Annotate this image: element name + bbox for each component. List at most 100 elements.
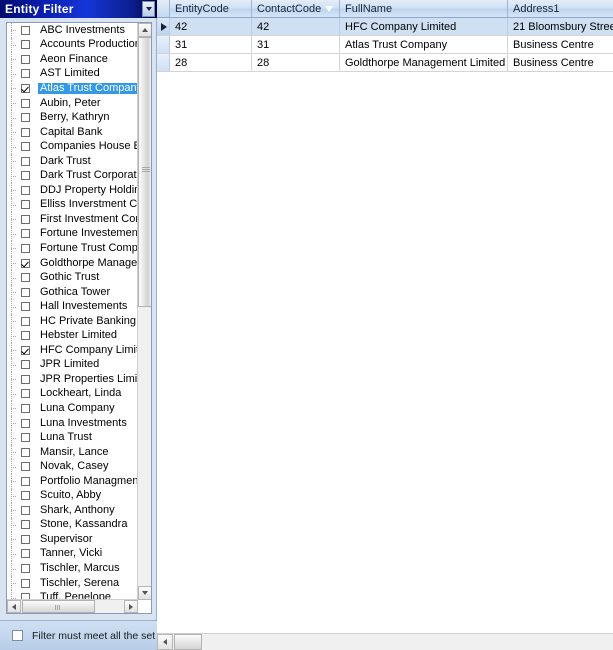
list-item-checkbox[interactable] bbox=[21, 40, 30, 50]
list-item[interactable]: JPR Limited bbox=[7, 357, 138, 373]
list-item-checkbox[interactable] bbox=[21, 418, 30, 428]
grid-column-header[interactable]: Address1 bbox=[508, 0, 613, 17]
list-item[interactable]: Scuito, Abby bbox=[7, 488, 138, 504]
scroll-up-button[interactable] bbox=[138, 23, 151, 37]
titlebar-dropdown-button[interactable] bbox=[142, 1, 155, 17]
grid-horizontal-scrollbar[interactable] bbox=[157, 633, 613, 650]
list-item[interactable]: Fortune Trust Compan bbox=[7, 241, 138, 256]
list-item[interactable]: Fortune Investements bbox=[7, 226, 138, 242]
list-item[interactable]: Luna Investments bbox=[7, 415, 138, 431]
list-item[interactable]: Goldthorpe Manageme bbox=[7, 255, 138, 271]
list-item[interactable]: ABC Investments bbox=[7, 23, 138, 38]
list-item[interactable]: Dark Trust bbox=[7, 153, 138, 169]
row-selector[interactable] bbox=[157, 18, 170, 35]
list-item-checkbox[interactable] bbox=[21, 83, 30, 93]
list-item[interactable]: Dark Trust Corporation bbox=[7, 168, 138, 183]
list-item-checkbox[interactable] bbox=[21, 331, 30, 341]
grid-column-header[interactable]: FullName bbox=[340, 0, 508, 17]
list-item-checkbox[interactable] bbox=[21, 520, 30, 530]
list-item-checkbox[interactable] bbox=[21, 229, 30, 239]
list-item-checkbox[interactable] bbox=[21, 433, 30, 443]
scroll-right-button[interactable] bbox=[124, 600, 138, 613]
list-item[interactable]: Supervisor bbox=[7, 532, 138, 547]
list-item-checkbox[interactable] bbox=[21, 156, 30, 166]
list-item[interactable]: JPR Properties Limited bbox=[7, 372, 138, 387]
entity-filter-list[interactable]: ABC Investments Accounts Production Aeon F… bbox=[6, 22, 152, 614]
list-item[interactable]: Capital Bank bbox=[7, 124, 138, 140]
list-item-checkbox[interactable] bbox=[21, 185, 30, 195]
list-item[interactable]: Tischler, Marcus bbox=[7, 561, 138, 576]
list-item[interactable]: Shark, Anthony bbox=[7, 503, 138, 518]
list-item[interactable]: Gothica Tower bbox=[7, 284, 138, 300]
list-item-checkbox[interactable] bbox=[21, 505, 30, 515]
list-item[interactable]: Lockheart, Linda bbox=[7, 386, 138, 402]
filter-indicator-icon[interactable] bbox=[324, 4, 335, 12]
list-item-checkbox[interactable] bbox=[21, 316, 30, 326]
list-item[interactable]: Hebster Limited bbox=[7, 328, 138, 343]
grid-column-header[interactable]: EntityCode bbox=[170, 0, 252, 17]
list-item-checkbox[interactable] bbox=[21, 345, 30, 355]
list-item[interactable]: AST Limited bbox=[7, 66, 138, 82]
list-item-checkbox[interactable] bbox=[21, 200, 30, 210]
grid-column-header[interactable]: ContactCode bbox=[252, 0, 340, 17]
scroll-left-button[interactable] bbox=[7, 600, 21, 613]
list-item[interactable]: Luna Company bbox=[7, 401, 138, 416]
list-item-checkbox[interactable] bbox=[21, 25, 30, 35]
list-item[interactable]: Elliss Inverstment Comp bbox=[7, 197, 138, 213]
list-item-checkbox[interactable] bbox=[21, 476, 30, 486]
list-item-checkbox[interactable] bbox=[21, 564, 30, 573]
list-item[interactable]: Tischler, Serena bbox=[7, 575, 138, 591]
list-item-checkbox[interactable] bbox=[21, 127, 30, 137]
grid-scroll-left-button[interactable] bbox=[157, 634, 173, 650]
list-item[interactable]: HC Private Banking bbox=[7, 313, 138, 329]
list-item[interactable]: DDJ Property Holding L bbox=[7, 183, 138, 198]
list-item-checkbox[interactable] bbox=[21, 302, 30, 312]
list-item-checkbox[interactable] bbox=[21, 374, 30, 384]
list-item-checkbox[interactable] bbox=[21, 549, 30, 559]
list-item[interactable]: HFC Company Limited bbox=[7, 343, 138, 358]
list-item-checkbox[interactable] bbox=[21, 403, 30, 413]
horizontal-scroll-thumb[interactable] bbox=[22, 600, 95, 613]
list-item-checkbox[interactable] bbox=[21, 447, 30, 457]
list-item-checkbox[interactable] bbox=[21, 389, 30, 399]
list-item[interactable]: Accounts Production bbox=[7, 37, 138, 53]
grid-horizontal-scroll-thumb[interactable] bbox=[174, 634, 202, 650]
match-all-criteria-checkbox[interactable] bbox=[12, 630, 23, 641]
list-item[interactable]: Aubin, Peter bbox=[7, 95, 138, 111]
table-row[interactable]: 3131Atlas Trust CompanyBusiness CentreTe… bbox=[157, 36, 613, 54]
table-row[interactable]: 28 28 Goldthorpe Management Limited Busines… bbox=[157, 54, 613, 72]
list-item-checkbox[interactable] bbox=[21, 98, 30, 108]
table-row[interactable]: 42 42 HFC Company Limited 21 Bloomsbury Str… bbox=[157, 18, 613, 36]
list-item-checkbox[interactable] bbox=[21, 287, 30, 297]
list-item-checkbox[interactable] bbox=[21, 578, 30, 588]
list-item-checkbox[interactable] bbox=[21, 113, 30, 123]
list-item-checkbox[interactable] bbox=[21, 54, 30, 64]
list-item[interactable]: Stone, Kassandra bbox=[7, 517, 138, 533]
list-item-checkbox[interactable] bbox=[21, 491, 30, 501]
list-item-checkbox[interactable] bbox=[21, 243, 30, 253]
list-item[interactable]: Novak, Casey bbox=[7, 459, 138, 474]
list-item[interactable]: Companies House Exe bbox=[7, 139, 138, 154]
list-item-checkbox[interactable] bbox=[21, 69, 30, 79]
list-item[interactable]: First Investment Compa bbox=[7, 212, 138, 227]
list-item[interactable]: Aeon Finance bbox=[7, 52, 138, 67]
scroll-down-button[interactable] bbox=[138, 586, 151, 600]
list-item-checkbox[interactable] bbox=[21, 171, 30, 181]
list-item-checkbox[interactable] bbox=[21, 360, 30, 370]
list-item-checkbox[interactable] bbox=[21, 462, 30, 472]
list-vertical-scrollbar[interactable] bbox=[137, 23, 151, 600]
list-item-checkbox[interactable] bbox=[21, 214, 30, 224]
row-selector[interactable] bbox=[157, 54, 170, 71]
list-item-checkbox[interactable] bbox=[21, 534, 30, 544]
list-item[interactable]: Tanner, Vicki bbox=[7, 546, 138, 562]
list-item-checkbox[interactable] bbox=[21, 273, 30, 283]
vertical-scroll-thumb[interactable] bbox=[138, 37, 151, 307]
list-item[interactable]: Luna Trust bbox=[7, 430, 138, 445]
list-item[interactable]: Gothic Trust bbox=[7, 270, 138, 285]
list-item[interactable]: Berry, Kathryn bbox=[7, 110, 138, 125]
list-horizontal-scrollbar[interactable] bbox=[7, 599, 138, 613]
row-selector[interactable] bbox=[157, 36, 170, 53]
list-item[interactable]: Atlas Trust Company bbox=[7, 81, 138, 96]
list-item[interactable]: Mansir, Lance bbox=[7, 444, 138, 460]
list-item-checkbox[interactable] bbox=[21, 142, 30, 152]
